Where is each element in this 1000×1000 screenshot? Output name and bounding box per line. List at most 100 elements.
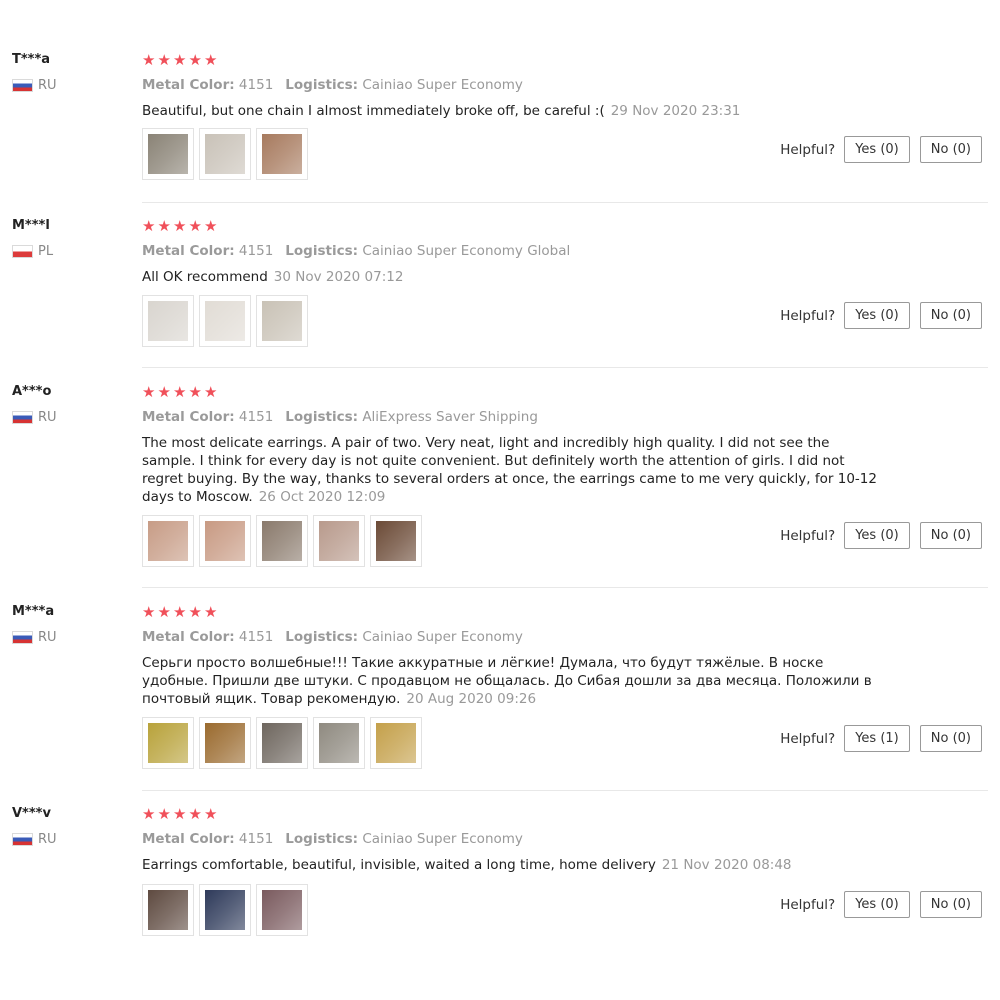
rating-stars: ★ ★ ★ ★ ★ [142, 384, 892, 400]
reviewer-country: RU [12, 629, 57, 645]
review-photo-thumbnail[interactable] [256, 717, 308, 769]
review-divider [142, 202, 988, 203]
photo-image [148, 890, 188, 930]
review-date: 21 Nov 2020 08:48 [661, 857, 792, 873]
helpful-yes-button[interactable]: Yes (0) [844, 136, 910, 163]
review-content: All OK recommend [142, 269, 268, 285]
review-photo-thumbnail[interactable] [199, 295, 251, 347]
review-photo-thumbnail[interactable] [142, 295, 194, 347]
star-icon: ★ [188, 217, 202, 235]
reviewer-info: A***o RU [12, 384, 57, 425]
country-code: PL [38, 243, 54, 259]
review-photo-thumbnail[interactable] [199, 717, 251, 769]
metal-color-label: Metal Color: [142, 77, 235, 93]
review-text: Серьги просто волшебные!!! Такие аккурат… [142, 654, 887, 708]
photo-image [205, 134, 245, 174]
photo-image [205, 723, 245, 763]
star-icon: ★ [188, 805, 202, 823]
review-photo-thumbnail[interactable] [142, 884, 194, 936]
country-code: RU [38, 77, 57, 93]
helpful-section: Helpful? Yes (0) No (0) [780, 136, 982, 163]
star-icon: ★ [173, 217, 187, 235]
review-photo-thumbnail[interactable] [256, 128, 308, 180]
star-icon: ★ [157, 217, 171, 235]
review-photo-thumbnail[interactable] [199, 515, 251, 567]
photo-image [262, 890, 302, 930]
photo-image [262, 301, 302, 341]
country-code: RU [38, 409, 57, 425]
logistics-label: Logistics: [285, 77, 359, 93]
country-code: RU [38, 831, 57, 847]
rating-stars: ★ ★ ★ ★ ★ [142, 604, 892, 620]
review-photo-thumbnail[interactable] [142, 515, 194, 567]
star-icon: ★ [157, 805, 171, 823]
helpful-yes-button[interactable]: Yes (1) [844, 725, 910, 752]
star-icon: ★ [188, 51, 202, 69]
photo-image [148, 134, 188, 174]
star-icon: ★ [142, 217, 156, 235]
reviewer-name: T***a [12, 52, 51, 67]
review-photos [142, 515, 427, 567]
review-meta: Metal Color: 4151 Logistics: Cainiao Supe… [142, 76, 892, 94]
helpful-section: Helpful? Yes (0) No (0) [780, 302, 982, 329]
review-text: Beautiful, but one chain I almost immedi… [142, 102, 887, 120]
logistics-value: Cainiao Super Economy [362, 77, 523, 93]
helpful-label: Helpful? [780, 527, 836, 544]
review-photo-thumbnail[interactable] [256, 515, 308, 567]
photo-image [205, 890, 245, 930]
review-photo-thumbnail[interactable] [256, 295, 308, 347]
star-icon: ★ [204, 383, 218, 401]
helpful-no-button[interactable]: No (0) [919, 522, 982, 549]
reviewer-info: M***l PL [12, 218, 54, 259]
helpful-no-button[interactable]: No (0) [919, 302, 982, 329]
star-icon: ★ [204, 805, 218, 823]
helpful-no-button[interactable]: No (0) [919, 891, 982, 918]
photo-image [262, 134, 302, 174]
photo-image [148, 723, 188, 763]
review-photo-thumbnail[interactable] [370, 515, 422, 567]
rating-stars: ★ ★ ★ ★ ★ [142, 52, 892, 68]
country-flag-icon [12, 78, 33, 92]
helpful-no-button[interactable]: No (0) [919, 136, 982, 163]
country-flag-icon [12, 630, 33, 644]
photo-image [319, 521, 359, 561]
helpful-label: Helpful? [780, 896, 836, 913]
review-photo-thumbnail[interactable] [142, 128, 194, 180]
review-meta: Metal Color: 4151 Logistics: Cainiao Supe… [142, 628, 892, 646]
review-body: ★ ★ ★ ★ ★ Metal Color: 4151 Logistics: Cainiao… [142, 604, 892, 708]
country-flag-icon [12, 832, 33, 846]
photo-image [262, 521, 302, 561]
reviewer-name: M***a [12, 604, 55, 619]
review-photo-thumbnail[interactable] [370, 717, 422, 769]
review-photo-thumbnail[interactable] [256, 884, 308, 936]
helpful-label: Helpful? [780, 307, 836, 324]
review-meta: Metal Color: 4151 Logistics: Cainiao Supe… [142, 830, 892, 848]
logistics-value: Cainiao Super Economy Global [362, 243, 571, 259]
review-body: ★ ★ ★ ★ ★ Metal Color: 4151 Logistics: AliExpr… [142, 384, 892, 506]
country-code: RU [38, 629, 57, 645]
star-icon: ★ [157, 51, 171, 69]
metal-color-label: Metal Color: [142, 409, 235, 425]
helpful-yes-button[interactable]: Yes (0) [844, 891, 910, 918]
review-photo-thumbnail[interactable] [199, 128, 251, 180]
star-icon: ★ [173, 383, 187, 401]
photo-image [148, 301, 188, 341]
star-icon: ★ [173, 603, 187, 621]
helpful-yes-button[interactable]: Yes (0) [844, 522, 910, 549]
review-photo-thumbnail[interactable] [199, 884, 251, 936]
star-icon: ★ [142, 383, 156, 401]
helpful-yes-button[interactable]: Yes (0) [844, 302, 910, 329]
photo-image [319, 723, 359, 763]
review-photo-thumbnail[interactable] [313, 515, 365, 567]
helpful-section: Helpful? Yes (1) No (0) [780, 725, 982, 752]
country-flag-icon [12, 410, 33, 424]
helpful-no-button[interactable]: No (0) [919, 725, 982, 752]
logistics-value: Cainiao Super Economy [362, 831, 523, 847]
metal-color-value: 4151 [238, 77, 274, 93]
rating-stars: ★ ★ ★ ★ ★ [142, 806, 892, 822]
review-photo-thumbnail[interactable] [142, 717, 194, 769]
review-photo-thumbnail[interactable] [313, 717, 365, 769]
reviewer-info: V***v RU [12, 806, 57, 847]
review-text: Earrings comfortable, beautiful, invisib… [142, 856, 887, 874]
star-icon: ★ [157, 603, 171, 621]
